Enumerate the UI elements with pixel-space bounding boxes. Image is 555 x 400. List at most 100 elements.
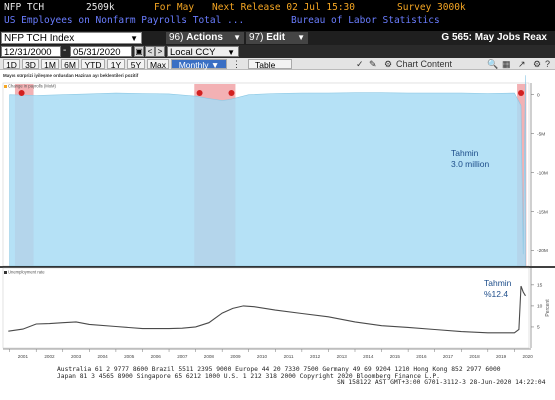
actions-label: Actions — [186, 32, 223, 43]
end-date-field[interactable]: 05/31/2020 — [70, 46, 132, 58]
y-tick-label: -20M — [537, 248, 548, 254]
period-button[interactable]: 3D — [22, 59, 39, 70]
period-bar: 1D 3D 1M 6M YTD 1Y 5Y Max Monthly ▼ ⋮ Ta… — [0, 58, 555, 70]
gear-icon[interactable]: ⚙ — [533, 59, 541, 69]
x-tick-label: 2006 — [151, 354, 162, 359]
x-tick-label: 2020 — [523, 354, 534, 359]
x-tick-label: 2007 — [177, 354, 188, 359]
x-tick-label: 2018 — [469, 354, 480, 359]
payrolls-forecast-value: 3.0 million — [451, 159, 490, 169]
y-tick-label: -10M — [537, 170, 548, 176]
y-tick-label: 5 — [537, 325, 540, 331]
footer: Australia 61 2 9777 8600 Brazil 5511 239… — [0, 366, 555, 400]
x-tick-label: 2014 — [363, 354, 374, 359]
legend-unemployment: Unemployment rate — [8, 270, 45, 275]
period-button[interactable]: 1Y — [107, 59, 125, 70]
x-tick-label: 2011 — [284, 354, 294, 359]
edit-menu[interactable]: 97) Edit ▼ — [246, 32, 308, 44]
draw-icon[interactable]: ✓ — [356, 59, 364, 69]
unemployment-y-label: Percent — [545, 299, 551, 317]
chevron-down-icon: ▼ — [233, 33, 241, 42]
chevron-down-icon: ▼ — [130, 34, 138, 43]
payrolls-chart-title: Mayıs sürprizi iyileşme ordusdan Haziran… — [3, 73, 139, 78]
x-tick-label: 2003 — [71, 354, 82, 359]
period-button[interactable]: Max — [147, 59, 169, 70]
edit-label: Edit — [266, 32, 286, 43]
settings-icon[interactable]: ⚙ — [384, 59, 392, 69]
x-tick-label: 2010 — [257, 354, 268, 359]
x-tick-label: 2016 — [416, 354, 427, 359]
period-button[interactable]: YTD — [81, 59, 105, 70]
grid-icon[interactable]: ▦ — [502, 59, 511, 69]
x-tick-label: 2012 — [310, 354, 321, 359]
next-release: Next Release 02 Jul 15:30 — [212, 2, 355, 13]
currency-select[interactable]: Local CCY ▼ — [167, 46, 239, 58]
event-marker — [196, 90, 203, 96]
frequency-select[interactable]: Monthly ▼ — [171, 59, 227, 70]
y-tick-label: -5M — [537, 131, 545, 137]
y-tick-label: 0 — [537, 92, 540, 98]
unemployment-forecast-value: %12.4 — [484, 289, 508, 299]
x-tick-label: 2002 — [44, 354, 55, 359]
period-button[interactable]: 1D — [3, 59, 20, 70]
unemployment-panel-frame — [2, 267, 530, 349]
chevron-down-icon: ▼ — [297, 33, 305, 42]
security-field-text: NFP TCH Index — [4, 33, 75, 44]
actions-number: 96) — [169, 32, 184, 43]
chart-panel: 0 -5M -10M -15M -20M Mayıs sürprizi iyileşme… — [0, 71, 555, 364]
prev-arrow-icon[interactable]: < — [145, 46, 155, 57]
period-button[interactable]: 5Y — [127, 59, 145, 70]
y-tick-label: 15 — [537, 283, 543, 289]
event-marker — [518, 90, 525, 96]
security-field[interactable]: NFP TCH Index ▼ — [1, 32, 142, 44]
x-tick-label: 2009 — [230, 354, 241, 359]
table-label: Table — [255, 60, 276, 70]
security-header: NFP TCH 2509k For May Next Release 02 Ju… — [0, 0, 555, 31]
x-tick-label: 2019 — [496, 354, 507, 359]
payrolls-area — [9, 75, 526, 267]
payrolls-y-axis: 0 -5M -10M -15M -20M — [531, 92, 548, 254]
x-tick-label: 2001 — [18, 354, 29, 359]
y-tick-label: 10 — [537, 304, 543, 310]
edit-icon[interactable]: ✎ — [369, 59, 377, 69]
chart-content-label: Chart Content — [396, 59, 453, 69]
edit-number: 97) — [249, 32, 264, 43]
table-button[interactable]: Table — [248, 59, 292, 70]
period-button[interactable]: 1M — [41, 59, 59, 70]
chart-content-button[interactable]: Chart Content — [396, 59, 456, 69]
x-tick-label: 2015 — [390, 354, 401, 359]
x-tick-label: 2013 — [337, 354, 348, 359]
data-source: Bureau of Labor Statistics — [291, 15, 440, 26]
x-tick-label: 2004 — [98, 354, 109, 359]
survey-value: Survey 3000k — [397, 2, 466, 13]
payrolls-forecast-label: Tahmin — [451, 148, 479, 158]
share-icon[interactable]: ↗ — [518, 59, 526, 69]
unemployment-y-axis: 15 10 5 — [531, 283, 543, 331]
chevron-down-icon: ▼ — [227, 48, 235, 57]
unemployment-forecast-label: Tahmin — [484, 278, 512, 288]
x-tick-label: 2008 — [204, 354, 215, 359]
legend-swatch-payrolls — [4, 85, 7, 88]
security-description: US Employees on Nonfarm Payrolls Total .… — [4, 15, 245, 26]
event-marker — [18, 90, 25, 96]
period-label: For May — [154, 2, 195, 13]
x-tick-label: 2017 — [443, 354, 454, 359]
start-date-field[interactable]: 12/31/2000 — [1, 46, 61, 58]
chart-type-icon[interactable]: ⋮ — [232, 59, 241, 69]
zoom-icon[interactable]: 🔍 — [487, 59, 498, 69]
footer-session: SN 158122 AST GMT+3:00 G701-3112-3 28-Ju… — [337, 379, 546, 387]
command-bar: NFP TCH Index ▼ 96) Actions ▼ 97) Edit ▼… — [0, 31, 555, 45]
help-icon[interactable]: ? — [545, 59, 550, 69]
calendar-icon[interactable]: ▣ — [134, 46, 144, 57]
period-button[interactable]: 6M — [61, 59, 79, 70]
chart-svg[interactable]: 0 -5M -10M -15M -20M Mayıs sürprizi iyileşme… — [0, 71, 555, 364]
range-dash: - — [63, 45, 67, 56]
date-range-bar: 12/31/2000 - 05/31/2020 ▣ < > Local CCY … — [0, 45, 555, 58]
last-value: 2509k — [86, 2, 115, 13]
x-axis: 2001 2002 2003 2004 2005 2006 2007 2008 2009 2010… — [9, 349, 534, 359]
event-marker — [228, 90, 235, 96]
currency-label: Local CCY — [170, 47, 216, 58]
actions-menu[interactable]: 96) Actions ▼ — [166, 32, 244, 44]
next-arrow-icon[interactable]: > — [155, 46, 165, 57]
legend-payrolls: Change in payrolls (MoM) — [8, 84, 57, 89]
